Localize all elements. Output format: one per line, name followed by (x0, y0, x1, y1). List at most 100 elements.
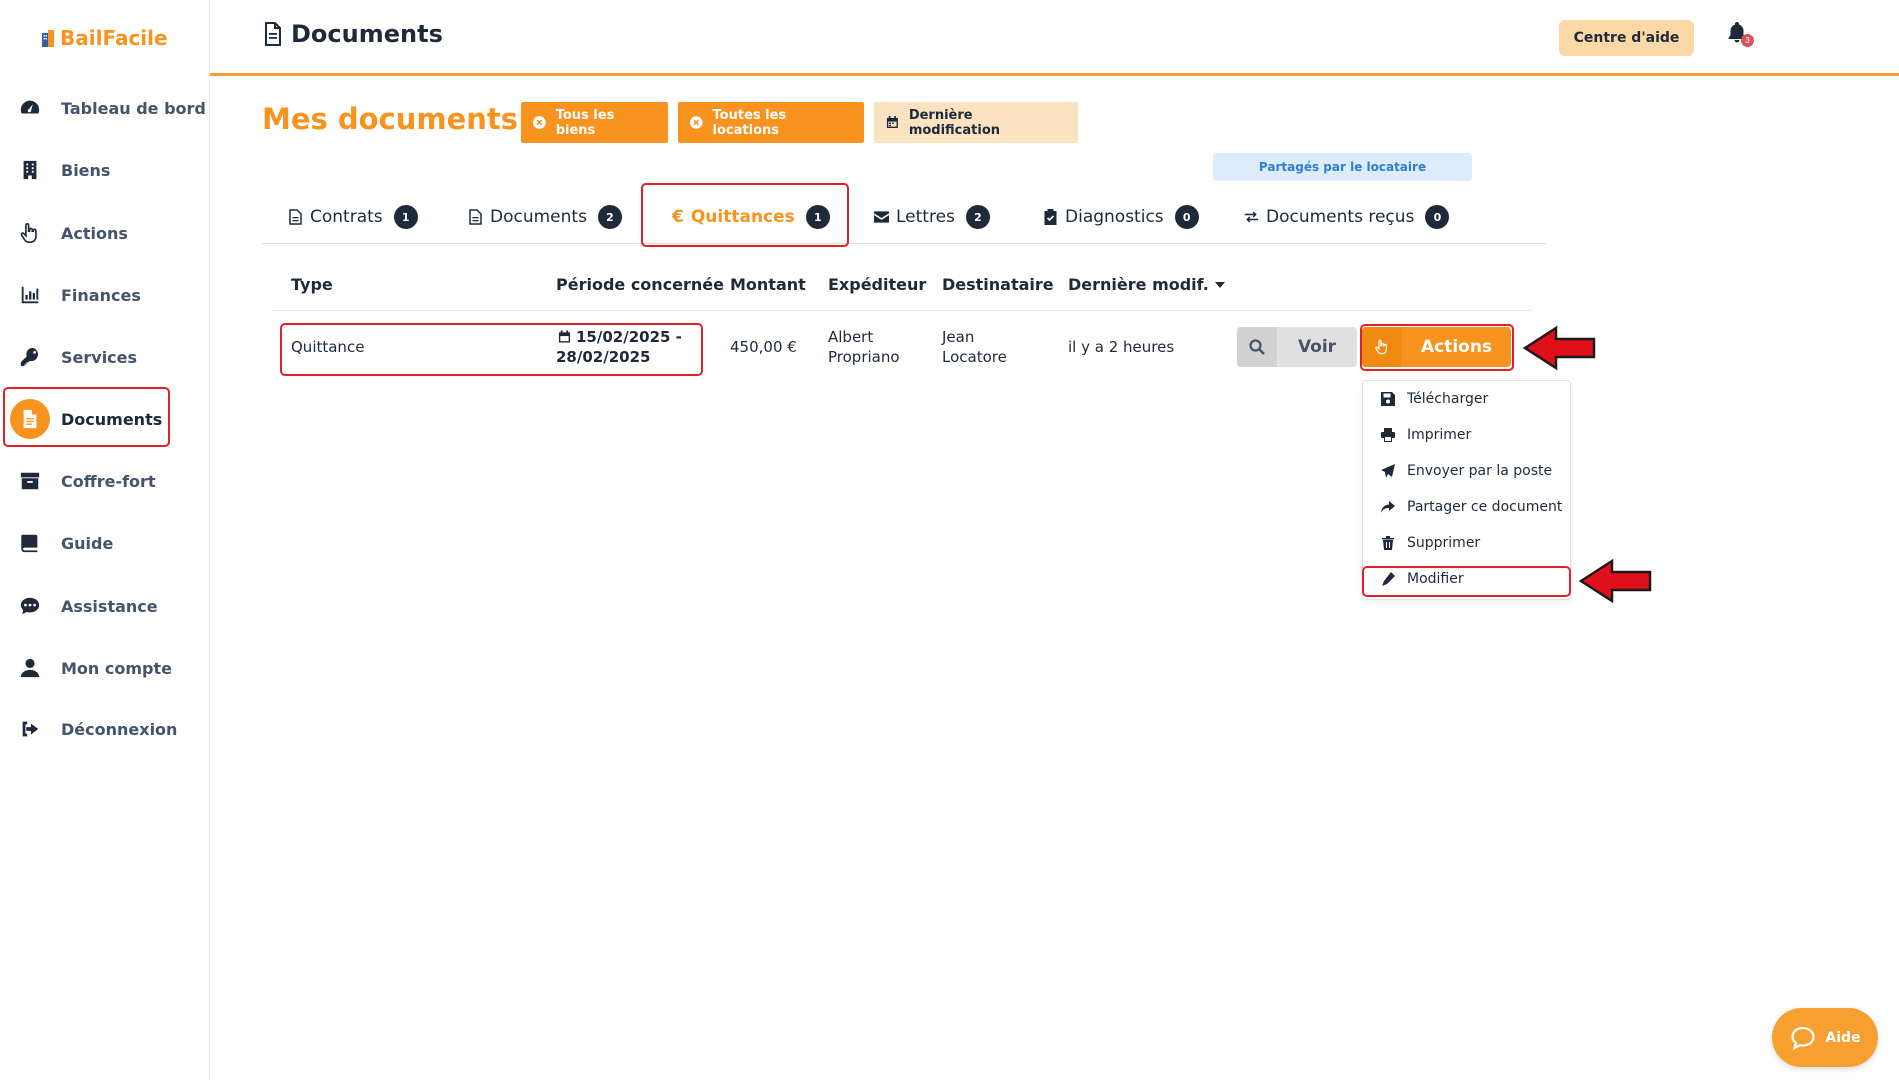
sidebar-item-services[interactable]: Services (0, 329, 210, 385)
period-start: 15/02/2025 - (576, 328, 682, 346)
share-arrow-icon (1381, 501, 1395, 513)
paper-plane-icon (1381, 464, 1395, 478)
help-chat-button[interactable]: Aide (1772, 1008, 1878, 1067)
sidebar-item-biens[interactable]: Biens (0, 142, 210, 198)
menu-item-edit[interactable]: Modifier (1363, 563, 1572, 595)
user-icon (18, 656, 42, 680)
filter-all-properties[interactable]: Tous les biens (521, 102, 668, 143)
key-icon (18, 345, 42, 369)
menu-item-label: Supprimer (1407, 535, 1481, 551)
sidebar-item-mon-compte[interactable]: Mon compte (0, 640, 210, 696)
view-button-label: Voir (1297, 337, 1337, 357)
view-button[interactable]: Voir (1237, 327, 1357, 367)
column-header-recipient[interactable]: Destinataire (942, 275, 1054, 294)
brand-name: BailFacile (60, 26, 168, 50)
help-center-button[interactable]: Centre d'aide (1559, 20, 1694, 56)
sidebar-item-assistance[interactable]: Assistance (0, 578, 210, 634)
menu-item-label: Imprimer (1407, 427, 1472, 443)
sidebar: BailFacile Tableau de bord Biens Actions… (0, 0, 210, 1080)
filter-all-rentals[interactable]: Toutes les locations (678, 102, 864, 143)
pencil-icon (1382, 572, 1395, 586)
sidebar-item-label: Finances (61, 285, 141, 305)
tab-count-badge: 1 (805, 205, 830, 229)
tab-label: Documents (490, 207, 587, 227)
menu-item-download[interactable]: Télécharger (1363, 383, 1572, 415)
tab-count-badge: 2 (597, 205, 622, 229)
sidebar-item-actions[interactable]: Actions (0, 205, 210, 261)
sidebar-item-label: Biens (61, 160, 111, 180)
top-bar: Documents Centre d'aide 3 (210, 0, 1899, 76)
sidebar-item-coffre-fort[interactable]: Coffre-fort (0, 453, 210, 509)
tab-lettres[interactable]: Lettres 2 (874, 190, 990, 244)
circle-x-icon (690, 116, 703, 129)
trash-icon (1382, 536, 1394, 550)
page-title: Documents (264, 20, 443, 48)
cell-amount: 450,00 € (730, 338, 797, 356)
sidebar-item-guide[interactable]: Guide (0, 515, 210, 571)
filter-label: Toutes les locations (712, 107, 787, 138)
sidebar-item-documents[interactable]: Documents (0, 391, 210, 447)
archive-box-icon (18, 469, 42, 493)
tab-documents[interactable]: Documents 2 (468, 190, 622, 244)
sidebar-item-tableau-de-bord[interactable]: Tableau de bord (0, 80, 210, 136)
actions-dropdown-menu: Télécharger Imprimer Envoyer par la post… (1362, 380, 1571, 600)
calendar-icon (886, 116, 898, 128)
tab-count-badge: 1 (393, 205, 418, 229)
document-icon (265, 22, 281, 46)
tab-label: Lettres (896, 207, 955, 227)
annotation-arrow-icon (1578, 558, 1652, 604)
tab-label: Documents reçus (1266, 207, 1415, 227)
section-heading: Mes documents (262, 102, 519, 136)
tab-label: Diagnostics (1065, 207, 1164, 227)
book-icon (18, 531, 42, 555)
shared-by-tenant-badge[interactable]: Partagés par le locataire (1213, 153, 1472, 181)
tab-documents-recus[interactable]: Documents reçus 0 (1244, 190, 1450, 244)
sort-last-modified[interactable]: Dernière modification (874, 102, 1078, 143)
gauge-icon (18, 96, 42, 120)
filter-label: Dernière modification (908, 107, 1001, 138)
column-header-last-modified[interactable]: Dernière modif. (1068, 275, 1225, 294)
chat-bubble-icon (1791, 1026, 1816, 1050)
exchange-arrows-icon (1244, 211, 1259, 223)
cell-sender: Albert Propriano (828, 327, 900, 367)
menu-item-label: Modifier (1407, 571, 1464, 587)
sidebar-item-label: Coffre-fort (61, 471, 156, 491)
tab-count-badge: 2 (965, 205, 990, 229)
recipient-first-name: Jean (942, 328, 975, 346)
menu-item-delete[interactable]: Supprimer (1363, 527, 1572, 559)
column-header-amount[interactable]: Montant (730, 275, 806, 294)
tab-count-badge: 0 (1174, 205, 1199, 229)
sidebar-item-finances[interactable]: Finances (0, 267, 210, 323)
logout-icon (18, 717, 42, 741)
tab-quittances[interactable]: € Quittances 1 (672, 190, 830, 244)
menu-item-share[interactable]: Partager ce document (1363, 491, 1572, 523)
envelope-icon (874, 211, 889, 223)
column-header-type[interactable]: Type (291, 275, 333, 294)
bar-chart-icon (18, 283, 42, 307)
file-text-icon (289, 209, 302, 225)
sidebar-item-label: Services (61, 347, 138, 367)
menu-item-label: Télécharger (1407, 391, 1489, 407)
building-logo-icon (42, 30, 54, 47)
caret-down-icon (1214, 281, 1225, 288)
actions-button[interactable]: Actions (1362, 327, 1511, 367)
annotation-arrow-icon (1522, 325, 1596, 371)
tab-contrats[interactable]: Contrats 1 (288, 190, 418, 244)
tab-diagnostics[interactable]: Diagnostics 0 (1043, 190, 1199, 244)
menu-item-print[interactable]: Imprimer (1363, 419, 1572, 451)
column-header-period[interactable]: Période concernée (556, 275, 724, 294)
building-icon (18, 158, 42, 182)
cell-period: 15/02/2025 - 28/02/2025 (556, 327, 682, 367)
brand-logo[interactable]: BailFacile (40, 26, 168, 50)
column-header-sender[interactable]: Expéditeur (828, 275, 926, 294)
sidebar-item-deconnexion[interactable]: Déconnexion (0, 701, 210, 757)
notifications-button[interactable]: 3 (1725, 20, 1755, 50)
menu-item-send-by-post[interactable]: Envoyer par la poste (1363, 455, 1572, 487)
sender-first-name: Albert (828, 328, 874, 346)
hand-pointer-icon (18, 221, 42, 245)
cell-type: Quittance (291, 338, 365, 356)
period-end: 28/02/2025 (556, 348, 651, 366)
menu-item-label: Partager ce document (1407, 499, 1563, 515)
calendar-icon (558, 330, 571, 343)
printer-icon (1381, 428, 1395, 442)
